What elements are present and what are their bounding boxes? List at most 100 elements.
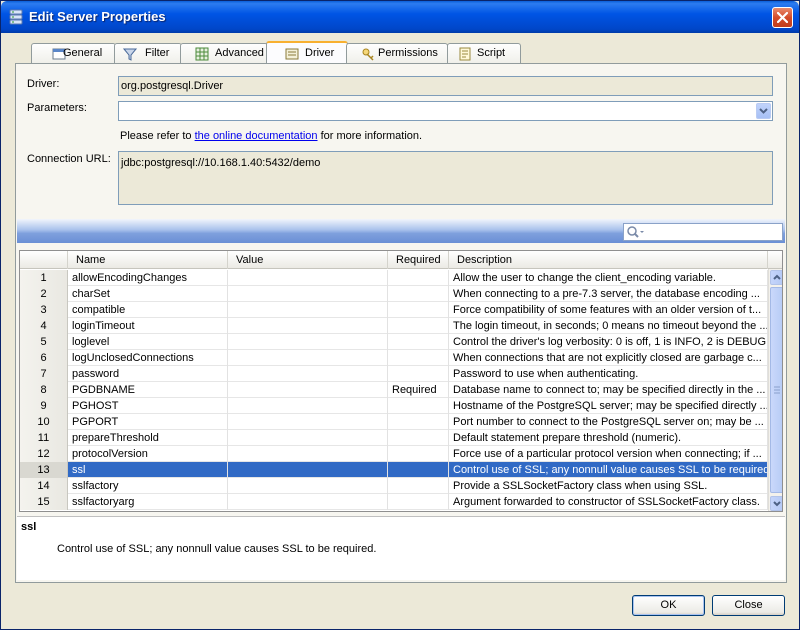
server-icon bbox=[8, 9, 24, 25]
cell-description: Control use of SSL; any nonnull value ca… bbox=[449, 462, 768, 478]
tab-general[interactable]: General bbox=[31, 43, 116, 63]
cell-value[interactable] bbox=[228, 446, 388, 462]
row-number: 13 bbox=[20, 462, 68, 478]
row-number: 2 bbox=[20, 286, 68, 302]
connection-url-label: Connection URL: bbox=[27, 153, 111, 165]
cell-value[interactable] bbox=[228, 350, 388, 366]
cell-value[interactable] bbox=[228, 398, 388, 414]
cell-required bbox=[388, 366, 449, 382]
column-header-required[interactable]: Required bbox=[388, 251, 449, 269]
row-number: 1 bbox=[20, 270, 68, 286]
row-number: 4 bbox=[20, 318, 68, 334]
table-row[interactable]: 15 sslfactoryarg Argument forwarded to con… bbox=[20, 494, 769, 510]
cell-value[interactable] bbox=[228, 318, 388, 334]
cell-value[interactable] bbox=[228, 366, 388, 382]
cell-name: sslfactory bbox=[68, 478, 228, 494]
cell-description: Port number to connect to the PostgreSQL… bbox=[449, 414, 768, 430]
cell-required bbox=[388, 398, 449, 414]
cell-required bbox=[388, 302, 449, 318]
cell-value[interactable] bbox=[228, 334, 388, 350]
cell-name: PGDBNAME bbox=[68, 382, 228, 398]
cell-name: logUnclosedConnections bbox=[68, 350, 228, 366]
scroll-thumb[interactable] bbox=[770, 287, 782, 493]
window-close-button[interactable] bbox=[772, 7, 793, 28]
online-documentation-link[interactable]: the online documentation bbox=[195, 130, 318, 142]
cell-required: Required bbox=[388, 382, 449, 398]
close-button[interactable]: Close bbox=[712, 595, 785, 616]
tab-filter-label: Filter bbox=[145, 47, 170, 59]
cell-description: Argument forwarded to constructor of SSL… bbox=[449, 494, 768, 510]
column-header-name[interactable]: Name bbox=[68, 251, 228, 269]
table-row[interactable]: 5 loglevel Control the driver's log verbos… bbox=[20, 334, 769, 350]
tab-permissions[interactable]: Permissions bbox=[346, 43, 448, 63]
table-vertical-scrollbar[interactable] bbox=[768, 269, 782, 511]
cell-required bbox=[388, 462, 449, 478]
row-number: 10 bbox=[20, 414, 68, 430]
tab-driver-label: Driver bbox=[305, 47, 335, 59]
table-row[interactable]: 6 logUnclosedConnections When connections … bbox=[20, 350, 769, 366]
table-row[interactable]: 8 PGDBNAME Required Database name to connec… bbox=[20, 382, 769, 398]
search-icon bbox=[626, 225, 646, 242]
grip-icon bbox=[774, 386, 780, 394]
table-row[interactable]: 12 protocolVersion Force use of a particul… bbox=[20, 446, 769, 462]
table-row[interactable]: 4 loginTimeout The login timeout, in secon… bbox=[20, 318, 769, 334]
cell-value[interactable] bbox=[228, 382, 388, 398]
table-row[interactable]: 13 ssl Control use of SSL; any nonnull val… bbox=[20, 462, 769, 478]
description-title: ssl bbox=[21, 521, 37, 533]
row-number: 12 bbox=[20, 446, 68, 462]
cell-description: Allow the user to change the client_enco… bbox=[449, 270, 768, 286]
ok-button[interactable]: OK bbox=[632, 595, 705, 616]
table-row[interactable]: 7 password Password to use when authentica… bbox=[20, 366, 769, 382]
row-number: 5 bbox=[20, 334, 68, 350]
cell-value[interactable] bbox=[228, 270, 388, 286]
cell-description: When connecting to a pre-7.3 server, the… bbox=[449, 286, 768, 302]
cell-value[interactable] bbox=[228, 478, 388, 494]
parameters-dropdown-button[interactable] bbox=[756, 103, 771, 119]
table-row[interactable]: 9 PGHOST Hostname of the PostgreSQL server… bbox=[20, 398, 769, 414]
table-row[interactable]: 14 sslfactory Provide a SSLSocketFactory c… bbox=[20, 478, 769, 494]
column-header-value[interactable]: Value bbox=[228, 251, 388, 269]
title-bar[interactable]: Edit Server Properties bbox=[1, 1, 799, 33]
row-number: 15 bbox=[20, 494, 68, 510]
parameters-combobox[interactable] bbox=[118, 101, 773, 121]
cell-value[interactable] bbox=[228, 286, 388, 302]
table-row[interactable]: 3 compatible Force compatibility of some f… bbox=[20, 302, 769, 318]
connection-url-field[interactable]: jdbc:postgresql://10.168.1.40:5432/demo bbox=[118, 151, 773, 205]
property-description-panel: ssl Control use of SSL; any nonnull valu… bbox=[17, 516, 785, 580]
cell-description: Default statement prepare threshold (num… bbox=[449, 430, 768, 446]
chevron-down-icon bbox=[773, 501, 781, 507]
driver-label: Driver: bbox=[27, 78, 60, 90]
description-text: Control use of SSL; any nonnull value ca… bbox=[57, 543, 377, 555]
table-row[interactable]: 11 prepareThreshold Default statement prep… bbox=[20, 430, 769, 446]
cell-name: compatible bbox=[68, 302, 228, 318]
driver-icon bbox=[285, 47, 299, 61]
chevron-up-icon bbox=[773, 274, 781, 280]
cell-value[interactable] bbox=[228, 414, 388, 430]
tab-advanced[interactable]: Advanced bbox=[180, 43, 268, 63]
cell-required bbox=[388, 350, 449, 366]
tab-general-label: General bbox=[63, 47, 103, 59]
scroll-up-button[interactable] bbox=[770, 270, 782, 285]
tab-filter[interactable]: Filter bbox=[114, 43, 182, 63]
help-text: Please refer to the online documentation… bbox=[120, 130, 422, 142]
tab-driver[interactable]: Driver bbox=[266, 41, 348, 64]
cell-value[interactable] bbox=[228, 302, 388, 318]
cell-description: Force compatibility of some features wit… bbox=[449, 302, 768, 318]
cell-value[interactable] bbox=[228, 462, 388, 478]
row-number: 11 bbox=[20, 430, 68, 446]
advanced-icon bbox=[195, 47, 209, 61]
tab-script[interactable]: Script bbox=[447, 43, 521, 63]
cell-name: charSet bbox=[68, 286, 228, 302]
tab-advanced-label: Advanced bbox=[215, 47, 264, 59]
search-input[interactable] bbox=[623, 223, 783, 241]
scroll-down-button[interactable] bbox=[770, 496, 782, 511]
column-header-description[interactable]: Description bbox=[449, 251, 768, 269]
table-row[interactable]: 2 charSet When connecting to a pre-7.3 ser… bbox=[20, 286, 769, 302]
table-row[interactable]: 1 allowEncodingChanges Allow the user to c… bbox=[20, 270, 769, 286]
cell-required bbox=[388, 414, 449, 430]
cell-required bbox=[388, 430, 449, 446]
cell-value[interactable] bbox=[228, 430, 388, 446]
driver-field[interactable]: org.postgresql.Driver bbox=[118, 76, 773, 96]
cell-value[interactable] bbox=[228, 494, 388, 510]
table-row[interactable]: 10 PGPORT Port number to connect to the Po… bbox=[20, 414, 769, 430]
